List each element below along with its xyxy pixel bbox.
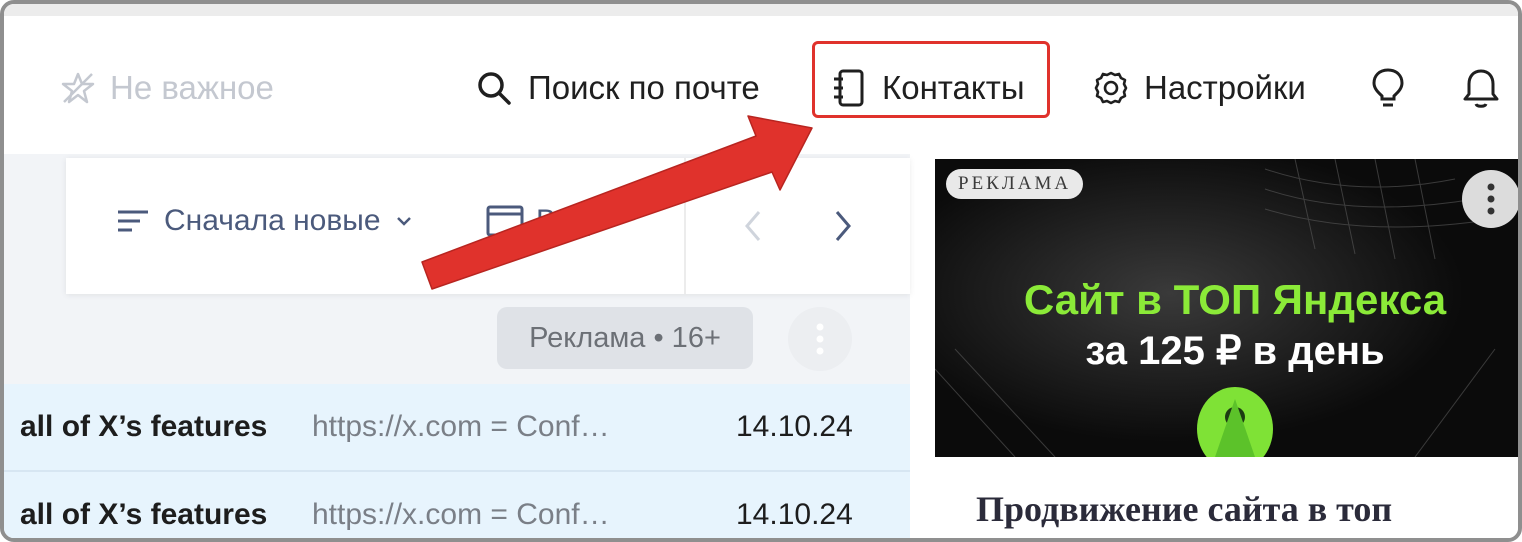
contacts-label: Контакты — [882, 69, 1025, 106]
ad-headline-line1: Сайт в ТОП Яндекса — [1023, 276, 1447, 323]
contacts-button[interactable]: Контакты — [830, 66, 1025, 110]
email-row[interactable]: all of X’s features https://x.com = Conf… — [4, 384, 910, 470]
lightbulb-icon[interactable] — [1370, 66, 1406, 110]
chevron-down-icon — [395, 214, 413, 228]
not-important-filter[interactable]: Не важное — [60, 66, 274, 110]
view-window-icon — [486, 204, 524, 238]
ad-title[interactable]: Продвижение сайта в топ — [976, 488, 1392, 530]
email-snippet: https://x.com = Conf… — [312, 410, 610, 443]
sort-lines-icon — [116, 208, 150, 234]
ad-banner-more-button[interactable] — [1462, 170, 1518, 228]
top-strip — [4, 4, 1518, 16]
email-subject: all of X’s features — [20, 410, 268, 443]
more-vertical-icon — [1486, 182, 1496, 216]
not-important-label: Не важное — [110, 69, 274, 106]
bell-icon[interactable] — [1461, 66, 1501, 110]
chevron-left-icon[interactable] — [739, 208, 767, 244]
settings-label: Настройки — [1144, 69, 1306, 106]
ad-headline-line2: за 125 ₽ в день — [1085, 329, 1385, 373]
settings-button[interactable]: Настройки — [1092, 66, 1306, 110]
email-snippet: https://x.com = Conf… — [312, 498, 610, 531]
ad-more-button[interactable] — [788, 307, 852, 371]
email-subject: all of X’s features — [20, 498, 268, 531]
search-icon — [474, 68, 514, 108]
chevron-down-icon — [602, 214, 620, 228]
email-row[interactable]: all of X’s features https://x.com = Conf… — [4, 470, 910, 538]
view-label: Вид — [536, 204, 591, 237]
chevron-right-icon[interactable] — [829, 208, 857, 244]
email-date: 14.10.24 — [736, 410, 853, 443]
ad-age-label: Реклама • 16+ — [497, 307, 753, 369]
contacts-book-icon — [830, 68, 868, 108]
toolbar-divider — [684, 158, 686, 294]
view-dropdown[interactable]: Вид — [486, 204, 620, 238]
star-slash-icon — [60, 70, 96, 106]
gear-icon — [1092, 69, 1130, 107]
sort-label: Сначала новые — [164, 204, 381, 237]
more-vertical-icon — [815, 322, 825, 356]
email-date: 14.10.24 — [736, 498, 853, 531]
mail-window: Не важное Поиск по почте Контакты Настро… — [0, 0, 1522, 542]
sort-dropdown[interactable]: Сначала новые — [116, 204, 413, 238]
search-mail-label: Поиск по почте — [528, 69, 760, 106]
ad-badge: РЕКЛАМА — [946, 169, 1084, 199]
search-mail-button[interactable]: Поиск по почте — [474, 66, 760, 110]
